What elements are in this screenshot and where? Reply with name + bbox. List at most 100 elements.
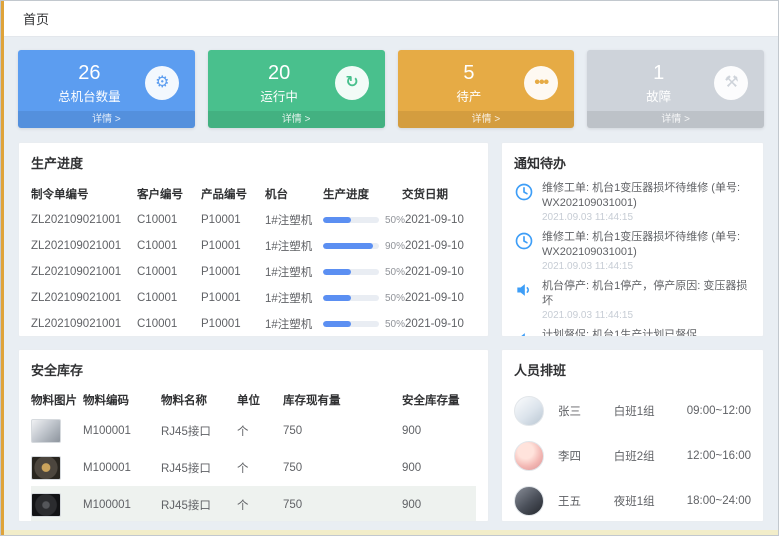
- stat-label: 运行中: [224, 86, 335, 105]
- announce-icon: [514, 280, 534, 300]
- safety-stock-cell: 900: [402, 425, 476, 437]
- order-no-cell: ZL202109021001: [31, 292, 137, 304]
- progress-percent: 50%: [385, 293, 405, 304]
- material-image-cell: [31, 493, 83, 517]
- fault-icon: ⚒: [714, 66, 748, 100]
- window-left-accent: [1, 1, 4, 535]
- stat-label: 故障: [603, 86, 714, 105]
- stat-value: 26: [34, 62, 145, 84]
- customer-no-cell: C10001: [137, 240, 201, 252]
- content-area: 26 总机台数量 ⚙ 详情 > 20 运行中: [1, 37, 778, 522]
- dashboard-page: 首页 26 总机台数量 ⚙ 详情 >: [0, 0, 779, 536]
- notification-body: 维修工单: 机台1变压器损坏待维修 (单号: WX202109031001) 2…: [542, 181, 751, 223]
- notification-item[interactable]: 机台停产: 机台1停产，停产原因: 变压器损坏 2021.09.03 11:44…: [514, 279, 751, 321]
- staff-shift: 夜班1组: [614, 493, 687, 509]
- stat-card-main: 20 运行中: [224, 62, 335, 105]
- customer-no-cell: C10001: [137, 214, 201, 226]
- panel-title: 通知待办: [514, 153, 751, 172]
- machine-cell: 1#注塑机: [265, 316, 323, 332]
- machine-cell: 1#注塑机: [265, 264, 323, 280]
- stat-card-body: 20 运行中 ↻: [208, 50, 385, 111]
- icon-glyph: ⚙: [155, 75, 168, 91]
- table-row[interactable]: M100001 RJ45接口 个 750 900: [31, 449, 476, 486]
- customer-no-cell: C10001: [137, 266, 201, 278]
- table-row[interactable]: ZL202109021001 C10001 P10001 1#注塑机 50% 2…: [31, 311, 476, 337]
- material-name-cell: RJ45接口: [161, 423, 237, 439]
- stat-value: 20: [224, 62, 335, 84]
- panel-title: 生产进度: [31, 153, 476, 172]
- order-no-cell: ZL202109021001: [31, 318, 137, 330]
- staff-name: 李四: [558, 448, 614, 464]
- delivery-date-cell: 2021-09-10: [405, 240, 479, 252]
- notification-body: 机台停产: 机台1停产，停产原因: 变压器损坏 2021.09.03 11:44…: [542, 279, 751, 321]
- progress-bar-fill: [323, 269, 351, 275]
- col-header-unit: 单位: [237, 392, 283, 408]
- detail-link[interactable]: 详情 >: [398, 111, 575, 128]
- staff-schedule-panel: 人员排班 张三 白班1组 09:00~12:00 李四 白班2组 12:00~1…: [501, 349, 764, 522]
- detail-link[interactable]: 详情 >: [587, 111, 764, 128]
- material-name-cell: RJ45接口: [161, 460, 237, 476]
- stat-label: 总机台数量: [34, 86, 145, 105]
- staff-row: 王五 夜班1组 18:00~24:00: [514, 478, 751, 522]
- notification-body: 维修工单: 机台1变压器损坏待维修 (单号: WX202109031001) 2…: [542, 230, 751, 272]
- detail-link[interactable]: 详情 >: [208, 111, 385, 128]
- product-no-cell: P10001: [201, 292, 265, 304]
- stat-card-body: 26 总机台数量 ⚙: [18, 50, 195, 111]
- progress-cell: 50%: [323, 293, 405, 304]
- page-title[interactable]: 首页: [23, 9, 49, 28]
- staff-row: 李四 白班2组 12:00~16:00: [514, 433, 751, 478]
- notification-item[interactable]: 维修工单: 机台1变压器损坏待维修 (单号: WX202109031001) 2…: [514, 181, 751, 223]
- table-row[interactable]: ZL202109021001 C10001 P10001 1#注塑机 90% 2…: [31, 233, 476, 259]
- col-header-product: 产品编号: [201, 186, 265, 202]
- product-no-cell: P10001: [201, 318, 265, 330]
- stat-card[interactable]: 5 待产 ••• 详情 >: [398, 50, 575, 128]
- progress-cell: 90%: [323, 241, 405, 252]
- delivery-date-cell: 2021-09-10: [405, 292, 479, 304]
- table-row[interactable]: ZL202109021001 C10001 P10001 1#注塑机 50% 2…: [31, 285, 476, 311]
- progress-cell: 50%: [323, 267, 405, 278]
- notification-item[interactable]: 计划督促: 机台1生产计划已督促 2021.09.03 11:44:15: [514, 328, 751, 337]
- stat-card[interactable]: 20 运行中 ↻ 详情 >: [208, 50, 385, 128]
- running-icon: ↻: [335, 66, 369, 100]
- staff-time: 12:00~16:00: [687, 450, 751, 462]
- current-stock-cell: 750: [283, 499, 402, 511]
- announce-icon: [514, 329, 534, 337]
- material-name-cell: RJ45接口: [161, 497, 237, 513]
- stat-card[interactable]: 26 总机台数量 ⚙ 详情 >: [18, 50, 195, 128]
- progress-bar: [323, 295, 379, 301]
- staff-time: 09:00~12:00: [687, 405, 751, 417]
- notification-text: 维修工单: 机台1变压器损坏待维修 (单号: WX202109031001): [542, 230, 751, 259]
- table-row[interactable]: ZL202109021001 C10001 P10001 1#注塑机 50% 2…: [31, 207, 476, 233]
- stat-card[interactable]: 1 故障 ⚒ 详情 >: [587, 50, 764, 128]
- col-header-machine: 机台: [265, 186, 323, 202]
- customer-no-cell: C10001: [137, 318, 201, 330]
- progress-bar-fill: [323, 295, 351, 301]
- progress-bar: [323, 321, 379, 327]
- progress-percent: 50%: [385, 215, 405, 226]
- notification-body: 计划督促: 机台1生产计划已督促 2021.09.03 11:44:15: [542, 328, 751, 337]
- material-code-cell: M100001: [83, 462, 161, 474]
- table-row[interactable]: M100001 RJ45接口 个 750 900: [31, 486, 476, 522]
- pending-icon: •••: [524, 66, 558, 100]
- staff-shift: 白班2组: [614, 448, 687, 464]
- unit-cell: 个: [237, 423, 283, 439]
- product-no-cell: P10001: [201, 214, 265, 226]
- col-header-name: 物料名称: [161, 392, 237, 408]
- machine-icon: ⚙: [145, 66, 179, 100]
- detail-link[interactable]: 详情 >: [18, 111, 195, 128]
- staff-name: 张三: [558, 403, 614, 419]
- machine-cell: 1#注塑机: [265, 212, 323, 228]
- inventory-table: 物料图片 物料编码 物料名称 单位 库存现有量 安全库存量 M100001: [31, 388, 476, 522]
- col-header-progress: 生产进度: [323, 186, 402, 202]
- material-image-cell: [31, 456, 83, 480]
- progress-bar: [323, 217, 379, 223]
- material-image-cell: [31, 419, 83, 443]
- announce-icon: [514, 329, 534, 337]
- notification-item[interactable]: 维修工单: 机台1变压器损坏待维修 (单号: WX202109031001) 2…: [514, 230, 751, 272]
- table-row[interactable]: ZL202109021001 C10001 P10001 1#注塑机 50% 2…: [31, 259, 476, 285]
- notification-time: 2021.09.03 11:44:15: [542, 261, 751, 272]
- notifications-panel: 通知待办: [501, 142, 764, 337]
- table-row[interactable]: M100001 RJ45接口 个 750 900: [31, 412, 476, 449]
- production-table-header: 制令单编号 客户编号 产品编号 机台 生产进度 交货日期: [31, 181, 476, 207]
- production-table: 制令单编号 客户编号 产品编号 机台 生产进度 交货日期 ZL202109021…: [31, 181, 476, 337]
